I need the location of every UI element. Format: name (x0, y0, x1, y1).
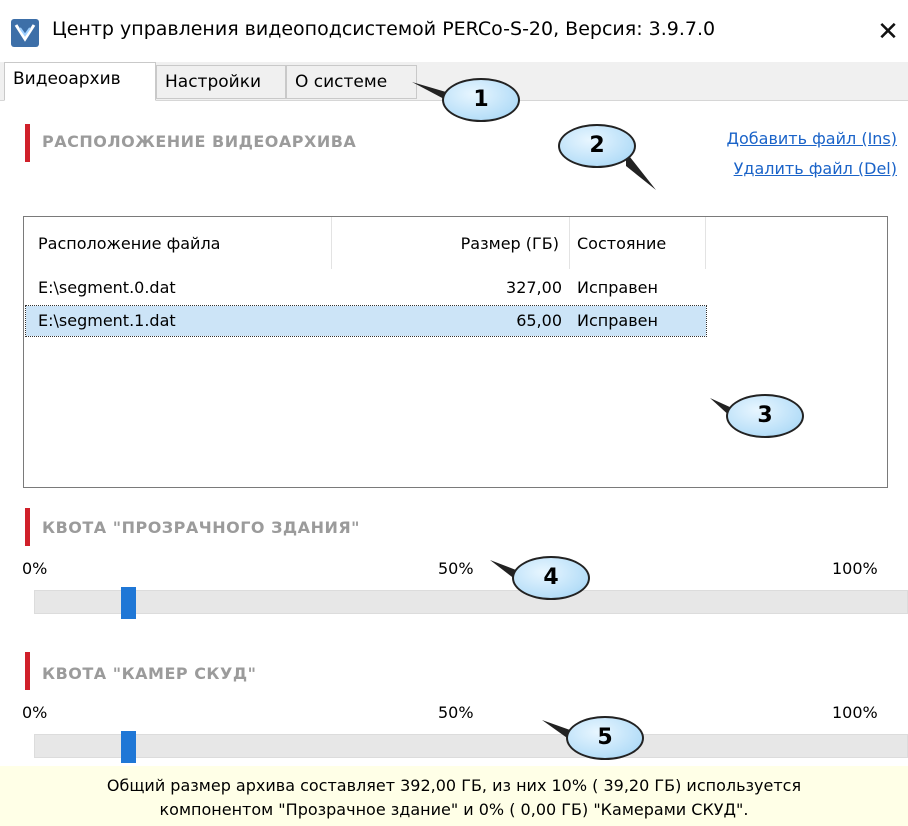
table-row[interactable]: E:\segment.1.dat 65,00 Исправен (25, 305, 707, 337)
add-file-link[interactable]: Добавить файл (Ins) (727, 129, 898, 148)
archive-summary: Общий размер архива составляет 392,00 ГБ… (0, 766, 908, 826)
column-header-state[interactable]: Состояние (570, 217, 706, 269)
callout-pointer (626, 152, 656, 190)
table-row[interactable]: E:\segment.0.dat 327,00 Исправен (26, 273, 706, 303)
transparent-quota-max-label: 100% (832, 559, 878, 578)
acs-quota-mid-label: 50% (438, 703, 474, 722)
close-icon[interactable]: ✕ (868, 10, 908, 54)
file-size-cell: 327,00 (506, 278, 562, 297)
file-list[interactable]: Расположение файла Размер (ГБ) Состояние… (23, 216, 888, 488)
tab-about[interactable]: О системе (286, 65, 417, 99)
summary-line-2: компонентом "Прозрачное здание" и 0% ( 0… (159, 800, 749, 819)
archive-section-title: РАСПОЛОЖЕНИЕ ВИДЕОАРХИВА (42, 132, 357, 151)
callout-2-label: 2 (558, 124, 636, 168)
transparent-quota-min-label: 0% (22, 559, 48, 578)
callout-pointer (490, 560, 516, 580)
section-accent-bar (25, 124, 30, 162)
summary-line-1: Общий размер архива составляет 392,00 ГБ… (106, 776, 802, 795)
file-path-cell: E:\segment.1.dat (38, 311, 176, 330)
file-size-cell: 65,00 (516, 311, 562, 330)
acs-quota-max-label: 100% (832, 703, 878, 722)
acs-quota-slider[interactable] (34, 731, 908, 763)
tab-strip: Видеоархив Настройки О системе (0, 62, 908, 101)
column-header-size[interactable]: Размер (ГБ) (332, 217, 570, 269)
acs-quota-slider-thumb[interactable] (121, 731, 136, 763)
column-header-path[interactable]: Расположение файла (24, 217, 332, 269)
section-accent-bar (25, 508, 30, 546)
tab-settings[interactable]: Настройки (156, 65, 286, 99)
callout-2: 2 (558, 124, 656, 190)
window-title: Центр управления видеоподсистемой PERCo-… (52, 18, 716, 40)
remove-file-link[interactable]: Удалить файл (Del) (734, 159, 897, 178)
acs-quota-title: КВОТА "КАМЕР СКУД" (42, 664, 257, 683)
section-accent-bar (25, 652, 30, 690)
transparent-quota-slider[interactable] (34, 587, 908, 619)
transparent-quota-slider-thumb[interactable] (121, 587, 136, 619)
tab-video-archive[interactable]: Видеоархив (4, 62, 156, 101)
acs-quota-min-label: 0% (22, 703, 48, 722)
transparent-quota-title: КВОТА "ПРОЗРАЧНОГО ЗДАНИЯ" (42, 518, 360, 537)
file-path-cell: E:\segment.0.dat (38, 278, 176, 297)
file-state-cell: Исправен (577, 278, 658, 297)
app-icon (11, 19, 39, 47)
file-state-cell: Исправен (577, 311, 658, 330)
title-bar: Центр управления видеоподсистемой PERCo-… (0, 0, 908, 62)
transparent-quota-mid-label: 50% (438, 559, 474, 578)
